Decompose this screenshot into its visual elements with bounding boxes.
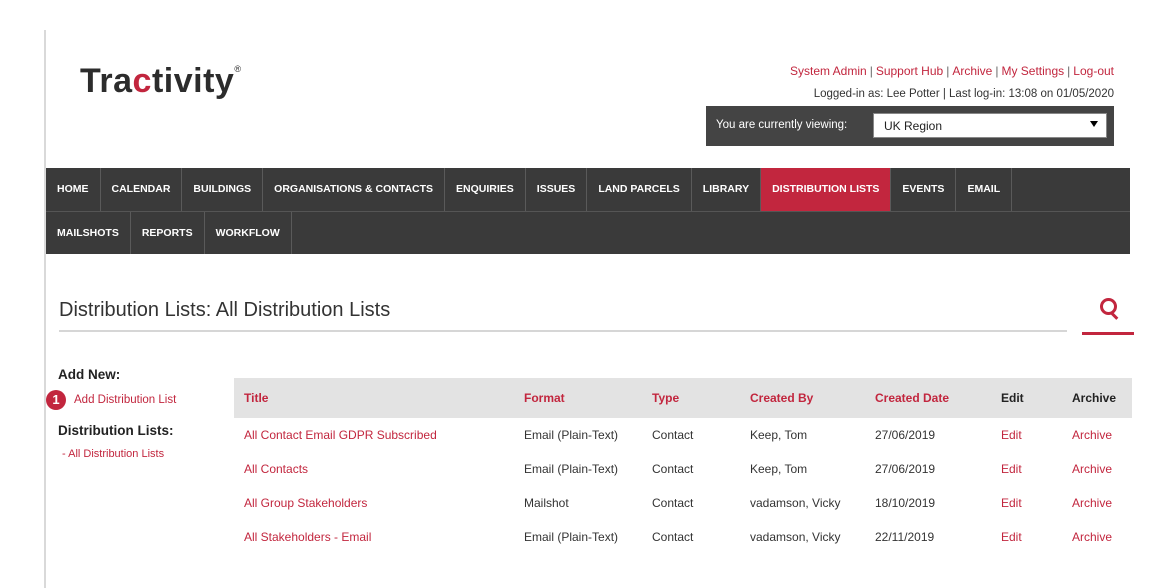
archive-link[interactable]: Archive	[952, 64, 992, 78]
all-distribution-lists-link[interactable]: - All Distribution Lists	[62, 448, 164, 460]
log-out-link[interactable]: Log-out	[1073, 64, 1114, 78]
nav-row-2: MAILSHOTS REPORTS WORKFLOW	[46, 211, 1130, 254]
edit-link[interactable]: Edit	[991, 520, 1062, 554]
created-by-cell: Keep, Tom	[750, 462, 808, 476]
nav-enquiries[interactable]: ENQUIRIES	[445, 168, 526, 211]
format-cell: Email (Plain-Text)	[524, 530, 619, 544]
format-cell: Email (Plain-Text)	[524, 462, 619, 476]
archive-link[interactable]: Archive	[1062, 452, 1132, 486]
title-divider	[59, 330, 1067, 332]
main-nav: HOME CALENDAR BUILDINGS ORGANISATIONS & …	[46, 168, 1130, 254]
list-title-link[interactable]: All Stakeholders - Email	[234, 520, 514, 554]
nav-workflow[interactable]: WORKFLOW	[205, 212, 292, 254]
search-icon	[1100, 298, 1117, 315]
system-admin-link[interactable]: System Admin	[790, 64, 867, 78]
nav-mailshots[interactable]: MAILSHOTS	[46, 212, 131, 254]
list-title-link[interactable]: All Group Stakeholders	[234, 486, 514, 520]
nav-library[interactable]: LIBRARY	[692, 168, 762, 211]
archive-link[interactable]: Archive	[1062, 520, 1132, 554]
list-title-link[interactable]: All Contacts	[234, 452, 514, 486]
distribution-lists-table: Title Format Type Created By Created Dat…	[234, 378, 1132, 554]
table-row: All Group Stakeholders Mailshot Contact …	[234, 486, 1132, 520]
nav-distribution-lists[interactable]: DISTRIBUTION LISTS	[761, 168, 892, 211]
col-created-by[interactable]: Created By	[740, 378, 865, 418]
edit-link[interactable]: Edit	[991, 452, 1062, 486]
type-cell: Contact	[652, 462, 694, 476]
col-type[interactable]: Type	[642, 378, 740, 418]
type-cell: Contact	[652, 496, 694, 510]
archive-link[interactable]: Archive	[1062, 418, 1132, 452]
created-by-cell: vadamson, Vicky	[750, 530, 841, 544]
table-row: All Contacts Email (Plain-Text) Contact …	[234, 452, 1132, 486]
col-created-date[interactable]: Created Date	[865, 378, 991, 418]
add-new-heading: Add New:	[58, 367, 121, 382]
nav-land-parcels[interactable]: LAND PARCELS	[587, 168, 692, 211]
col-format[interactable]: Format	[514, 378, 642, 418]
edit-link[interactable]: Edit	[991, 418, 1062, 452]
edit-link[interactable]: Edit	[991, 486, 1062, 520]
col-title[interactable]: Title	[234, 378, 514, 418]
login-info: Logged-in as: Lee Potter | Last log-in: …	[813, 88, 1114, 100]
region-select[interactable]: UK Region	[873, 113, 1107, 138]
archive-link[interactable]: Archive	[1062, 486, 1132, 520]
region-viewer: You are currently viewing: UK Region	[706, 106, 1114, 146]
nav-email[interactable]: EMAIL	[956, 168, 1013, 211]
add-distribution-list-link[interactable]: Add Distribution List	[74, 394, 176, 406]
top-links: System Admin | Support Hub | Archive | My Sett…	[789, 64, 1114, 78]
table-row: All Contact Email GDPR Subscribed Email …	[234, 418, 1132, 452]
step-badge: 1	[46, 390, 66, 410]
my-settings-link[interactable]: My Settings	[1001, 64, 1064, 78]
nav-buildings[interactable]: BUILDINGS	[182, 168, 264, 211]
format-cell: Email (Plain-Text)	[524, 428, 619, 442]
page-left-border	[44, 30, 46, 588]
col-archive: Archive	[1062, 378, 1132, 418]
created-by-cell: Keep, Tom	[750, 428, 808, 442]
type-cell: Contact	[652, 530, 694, 544]
type-cell: Contact	[652, 428, 694, 442]
viewing-label: You are currently viewing:	[716, 119, 848, 131]
created-date-cell: 27/06/2019	[875, 428, 936, 442]
dropdown-arrow-icon	[1090, 121, 1098, 127]
nav-reports[interactable]: REPORTS	[131, 212, 205, 254]
list-title-link[interactable]: All Contact Email GDPR Subscribed	[234, 418, 514, 452]
created-date-cell: 18/10/2019	[875, 496, 936, 510]
nav-events[interactable]: EVENTS	[891, 168, 957, 211]
created-date-cell: 27/06/2019	[875, 462, 936, 476]
nav-row-1: HOME CALENDAR BUILDINGS ORGANISATIONS & …	[46, 168, 1130, 211]
table-header-row: Title Format Type Created By Created Dat…	[234, 378, 1132, 418]
format-cell: Mailshot	[524, 496, 569, 510]
created-by-cell: vadamson, Vicky	[750, 496, 841, 510]
nav-organisations-contacts[interactable]: ORGANISATIONS & CONTACTS	[263, 168, 446, 211]
col-edit: Edit	[991, 378, 1062, 418]
page-title: Distribution Lists: All Distribution Lis…	[59, 299, 391, 321]
nav-calendar[interactable]: CALENDAR	[101, 168, 183, 211]
created-date-cell: 22/11/2019	[875, 530, 935, 544]
nav-issues[interactable]: ISSUES	[526, 168, 588, 211]
table-row: All Stakeholders - Email Email (Plain-Te…	[234, 520, 1132, 554]
tractivity-logo[interactable]: Tractivity®	[80, 62, 241, 101]
region-select-value: UK Region	[884, 119, 943, 133]
nav-home[interactable]: HOME	[46, 168, 101, 211]
support-hub-link[interactable]: Support Hub	[876, 64, 943, 78]
distribution-lists-heading: Distribution Lists:	[58, 423, 174, 438]
search-button[interactable]	[1082, 288, 1134, 336]
